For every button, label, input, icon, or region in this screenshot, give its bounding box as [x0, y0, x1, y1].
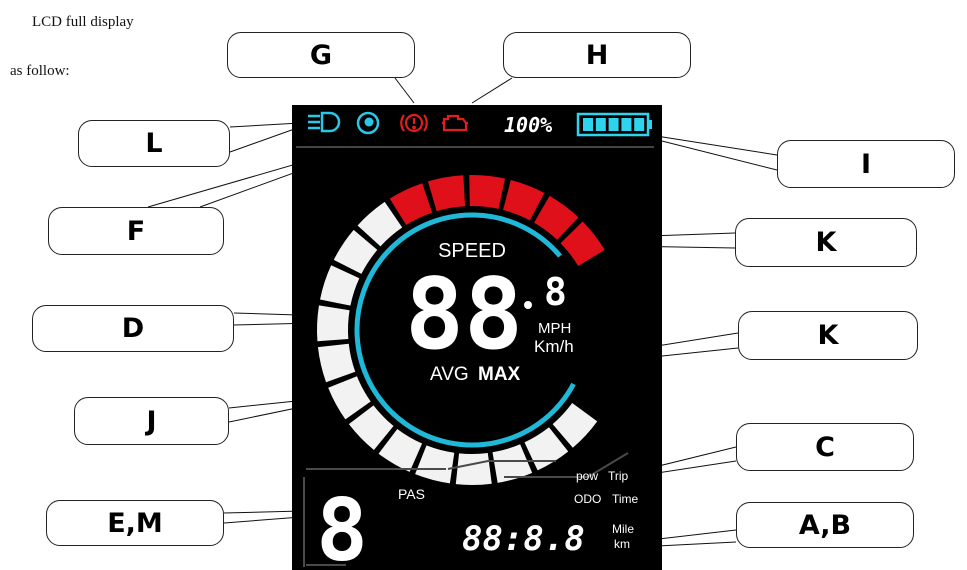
- leader-g: [394, 77, 415, 104]
- caption-line-2: as follow:: [10, 63, 70, 79]
- odo-label: ODO: [574, 492, 601, 506]
- callout-k-avg: K: [738, 311, 918, 360]
- battery-bar: [608, 118, 619, 131]
- pas-digit: 8: [316, 481, 368, 570]
- max-label: MAX: [478, 364, 521, 385]
- gauge-segment: [455, 452, 492, 485]
- motor-fault-icon: [442, 114, 468, 132]
- callout-l: L: [78, 120, 230, 167]
- callout-i: I: [777, 140, 955, 188]
- pow-label: pow: [576, 469, 598, 483]
- caption-line-1: LCD full display: [32, 14, 134, 30]
- leader-l: [229, 122, 301, 128]
- gauge-segment: [320, 265, 360, 306]
- headlight-icon: [308, 111, 341, 133]
- leader-h: [471, 77, 513, 104]
- speed-decimal-point: [524, 301, 532, 309]
- battery-icon: [576, 112, 652, 137]
- callout-j: J: [74, 397, 229, 445]
- battery-percent: 100%: [504, 113, 552, 137]
- battery-bar: [595, 118, 606, 131]
- time-label: Time: [612, 492, 639, 506]
- km-label: km: [614, 537, 630, 551]
- callout-h: H: [503, 32, 691, 78]
- callout-d: D: [32, 305, 234, 352]
- callout-f: F: [48, 207, 224, 255]
- callout-em: E,M: [46, 500, 224, 546]
- avg-label: AVG: [430, 364, 469, 385]
- speed-digits: 88: [405, 258, 523, 372]
- callout-c: C: [736, 423, 914, 471]
- leader-i: [649, 134, 778, 156]
- walk-assist-icon: [356, 111, 380, 135]
- battery-bar: [634, 118, 645, 131]
- mile-label: Mile: [612, 522, 634, 536]
- battery-bar: [621, 118, 632, 131]
- pas-label: PAS: [398, 486, 425, 502]
- leader-l2: [229, 126, 301, 153]
- gauge-segment: [469, 175, 506, 209]
- speed-decimal: 8: [544, 270, 567, 314]
- gauge-segment: [415, 445, 455, 484]
- trip-label: Trip: [608, 469, 629, 483]
- odometer-digits: 88:8.8: [462, 519, 585, 559]
- callout-k-speed: K: [735, 218, 917, 267]
- gauge-segment: [503, 179, 545, 221]
- unit-mph: MPH: [538, 320, 571, 337]
- battery-bar: [583, 118, 593, 131]
- gauge-segment: [317, 343, 356, 383]
- leader-i2: [649, 137, 778, 171]
- callout-g: G: [227, 32, 415, 78]
- lcd-graphics: 100% SPEED 88 8 MPH Km/h AVG MAX 8 PAS p…: [296, 111, 654, 570]
- callout-ab: A,B: [736, 502, 914, 548]
- gauge-segment: [317, 305, 350, 342]
- unit-kmh: Km/h: [534, 337, 574, 356]
- lcd-screen: 100% SPEED 88 8 MPH Km/h AVG MAX 8 PAS p…: [292, 105, 662, 570]
- gauge-segment: [427, 175, 466, 212]
- brake-warning-icon: [400, 113, 428, 133]
